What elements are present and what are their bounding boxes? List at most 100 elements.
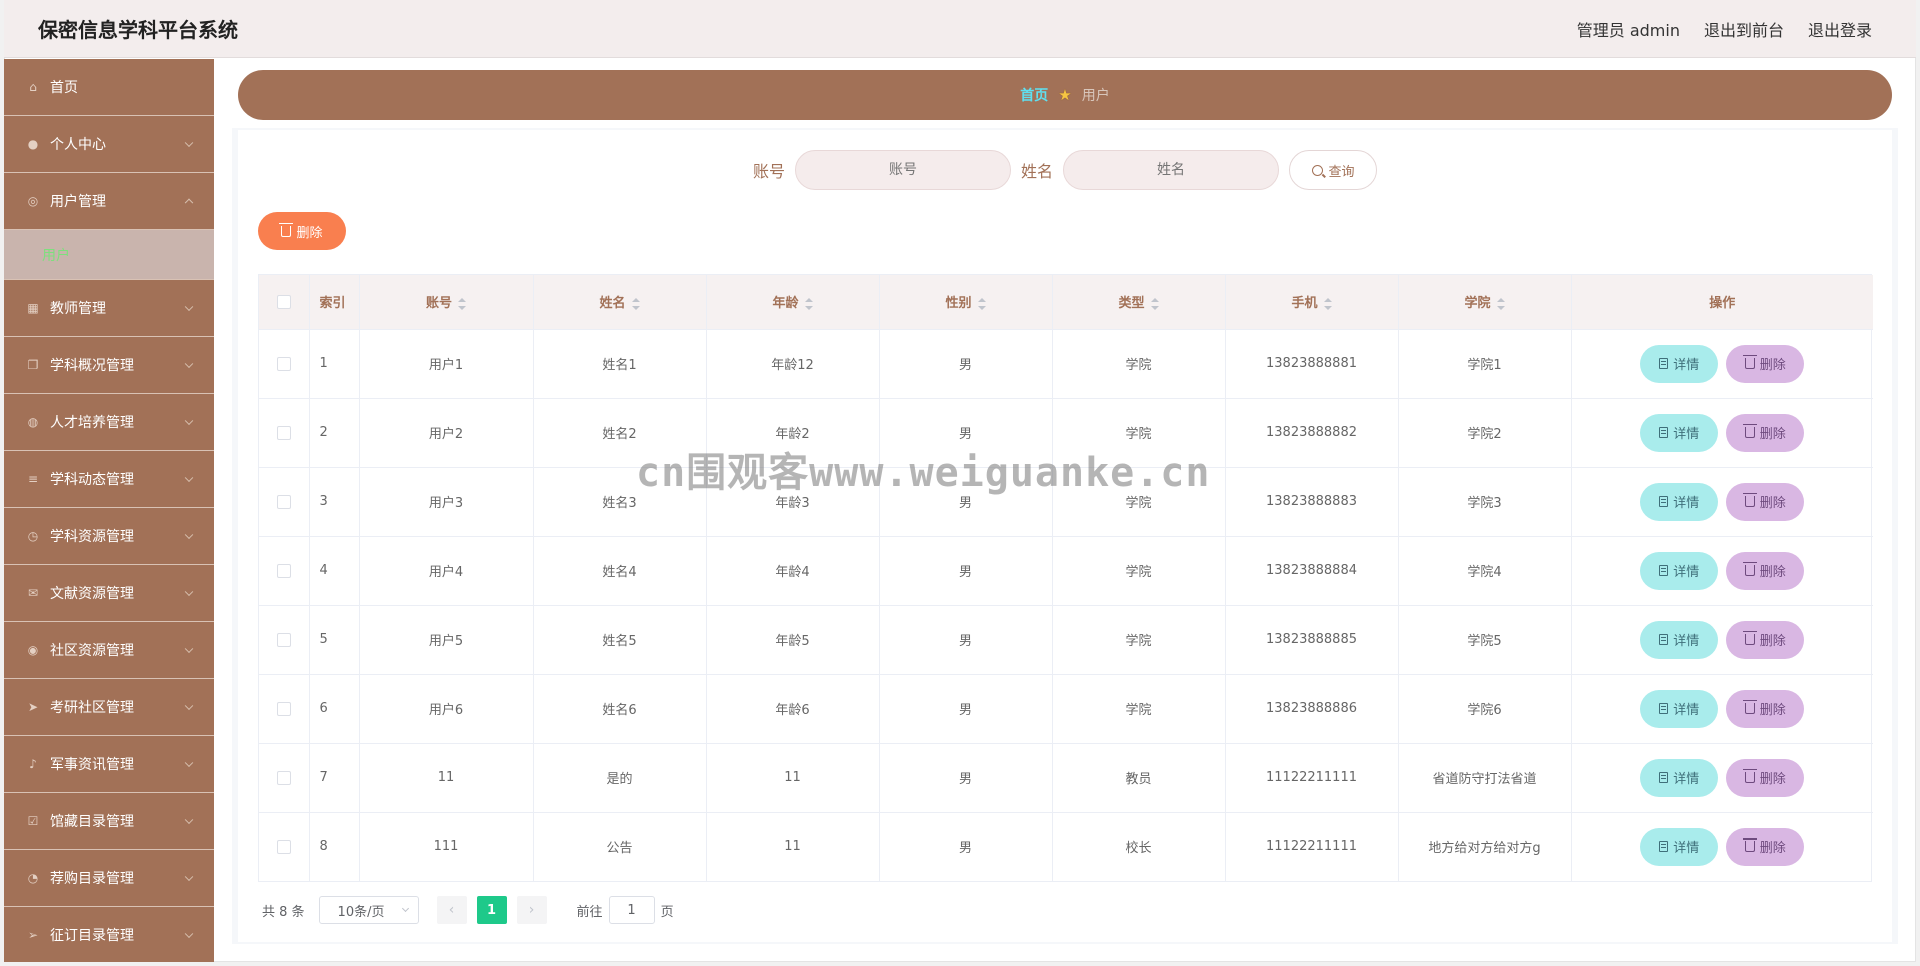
logout-link[interactable]: 退出登录 [1808, 17, 1872, 41]
detail-button[interactable]: 详情 [1640, 620, 1719, 659]
row-checkbox[interactable] [276, 701, 291, 716]
table-row: 4 用户4 姓名4 年龄4 男学院 13823888884 学院4 详情 删除 [259, 536, 1873, 606]
column-header[interactable]: 类型 [1052, 275, 1226, 330]
sidebar-item-9[interactable]: ✉ 文献资源管理 [4, 565, 214, 622]
delete-button[interactable]: 删除 [1726, 413, 1805, 452]
chevron-down-icon [184, 929, 194, 939]
column-header: 操作 [1571, 275, 1873, 330]
sort-icon[interactable] [458, 297, 466, 310]
sidebar-item-label: 荐购目录管理 [50, 871, 134, 887]
sidebar-item-2[interactable]: ● 个人中心 [4, 116, 214, 173]
sort-icon[interactable] [1150, 297, 1159, 310]
delete-button[interactable]: 删除 [1726, 620, 1805, 659]
select-all-checkbox[interactable] [276, 294, 291, 309]
column-header[interactable]: 年龄 [706, 275, 880, 330]
cell-actions: 详情 删除 [1571, 398, 1873, 468]
next-page-button[interactable]: › [516, 896, 547, 924]
cell-age: 11 [706, 743, 880, 813]
delete-button[interactable]: 删除 [1726, 482, 1805, 521]
sidebar-item-7[interactable]: ≡ 学科动态管理 [4, 451, 214, 508]
sort-icon[interactable] [804, 297, 813, 310]
detail-button[interactable]: 详情 [1640, 827, 1719, 866]
row-checkbox[interactable] [276, 425, 291, 440]
sidebar-item-15[interactable]: ➢ 征订目录管理 [4, 907, 214, 962]
breadcrumb-home[interactable]: 首页 [1020, 85, 1048, 105]
row-select-cell [259, 812, 310, 881]
column-header[interactable]: 手机 [1225, 275, 1399, 330]
sidebar-item-3[interactable]: ◎ 用户管理 [4, 173, 214, 230]
trash-icon [1742, 355, 1757, 369]
chevron-down-icon [184, 644, 194, 654]
table-row: 5 用户5 姓名5 年龄5 男学院 13823888885 学院5 详情 删除 [259, 605, 1873, 675]
sort-icon[interactable] [1496, 297, 1505, 310]
sidebar-item-4[interactable]: ▦ 教师管理 [4, 280, 214, 337]
delete-button[interactable]: 删除 [1726, 758, 1805, 797]
delete-button[interactable]: 删除 [1726, 827, 1805, 866]
column-header[interactable]: 账号 [359, 275, 534, 330]
column-header[interactable]: 性别 [879, 275, 1053, 330]
prev-page-button[interactable]: ‹ [436, 896, 467, 924]
delete-button[interactable]: 删除 [1726, 689, 1805, 728]
detail-button[interactable]: 详情 [1640, 413, 1719, 452]
sidebar-item-label: 人才培养管理 [50, 415, 134, 431]
goto-page-input[interactable] [608, 896, 655, 924]
detail-button[interactable]: 详情 [1640, 689, 1719, 728]
sidebar-item-5[interactable]: ❐ 学科概况管理 [4, 337, 214, 394]
cell-index: 2 [309, 398, 360, 468]
row-checkbox[interactable] [276, 494, 291, 509]
table-row: 7 11 是的 11 男教员 11122211111 省道防守打法省道 详情 删除 [259, 743, 1873, 813]
delete-button[interactable]: 删除 [1726, 344, 1805, 383]
query-button[interactable]: 查询 [1289, 150, 1378, 190]
grid-icon: ▦ [27, 301, 39, 315]
detail-button[interactable]: 详情 [1640, 758, 1719, 797]
column-header: 索引 [309, 275, 360, 330]
cell-college: 学院6 [1398, 674, 1572, 744]
column-header-label: 类型 [1118, 296, 1145, 312]
detail-button[interactable]: 详情 [1640, 482, 1719, 521]
sidebar-item-13[interactable]: ☑ 馆藏目录管理 [4, 793, 214, 850]
cell-index: 3 [309, 467, 360, 537]
chevron-down-icon [184, 416, 194, 426]
sort-icon[interactable] [977, 297, 986, 310]
search-bar: 账号 姓名 查询 [238, 150, 1892, 190]
sort-icon[interactable] [631, 297, 640, 310]
cell-index: 4 [309, 536, 360, 606]
document-icon [1659, 358, 1669, 369]
trash-icon [1742, 562, 1757, 576]
account-search-input[interactable] [795, 150, 1011, 190]
delete-button[interactable]: 删除 [1726, 551, 1805, 590]
detail-button[interactable]: 详情 [1640, 551, 1719, 590]
main-content: 账号 姓名 查询 删除 索引账号姓名年龄性别类型手机学院操作 1用户1姓名1年龄… [238, 130, 1892, 942]
sidebar-item-label: 学科概况管理 [50, 358, 134, 374]
sidebar-item-14[interactable]: ◔ 荐购目录管理 [4, 850, 214, 907]
sidebar-item-10[interactable]: ◉ 社区资源管理 [4, 622, 214, 679]
sort-icon[interactable] [1323, 297, 1332, 310]
row-checkbox[interactable] [276, 839, 291, 854]
page-size-select[interactable]: 10条/页 [318, 896, 419, 924]
page-number-current[interactable]: 1 [476, 896, 507, 924]
column-header[interactable]: 学院 [1398, 275, 1572, 330]
row-checkbox[interactable] [276, 770, 291, 785]
column-header-label: 手机 [1291, 296, 1318, 312]
name-search-input[interactable] [1063, 150, 1280, 190]
home-icon: ⌂ [29, 80, 37, 94]
sidebar-item-6[interactable]: ◍ 人才培养管理 [4, 394, 214, 451]
trash-icon [1742, 493, 1757, 507]
sidebar-item-1[interactable]: ⌂ 首页 [4, 59, 214, 116]
sidebar-item-8[interactable]: ◷ 学科资源管理 [4, 508, 214, 565]
detail-button[interactable]: 详情 [1640, 344, 1719, 383]
sidebar-item-label: 文献资源管理 [50, 586, 134, 602]
chevron-down-icon [184, 587, 194, 597]
cell-type: 教员 [1052, 743, 1226, 813]
column-header[interactable]: 姓名 [533, 275, 707, 330]
sidebar-item-12[interactable]: ♪ 军事资讯管理 [4, 736, 214, 793]
row-checkbox[interactable] [276, 563, 291, 578]
row-checkbox[interactable] [276, 356, 291, 371]
exit-to-front-link[interactable]: 退出到前台 [1704, 17, 1784, 41]
sidebar-subitem-user[interactable]: 用户 [4, 230, 214, 280]
cell-name: 姓名3 [533, 467, 707, 537]
sidebar-item-11[interactable]: ➤ 考研社区管理 [4, 679, 214, 736]
column-header-label: 姓名 [599, 296, 626, 312]
row-checkbox[interactable] [276, 632, 291, 647]
batch-delete-button[interactable]: 删除 [258, 212, 346, 250]
